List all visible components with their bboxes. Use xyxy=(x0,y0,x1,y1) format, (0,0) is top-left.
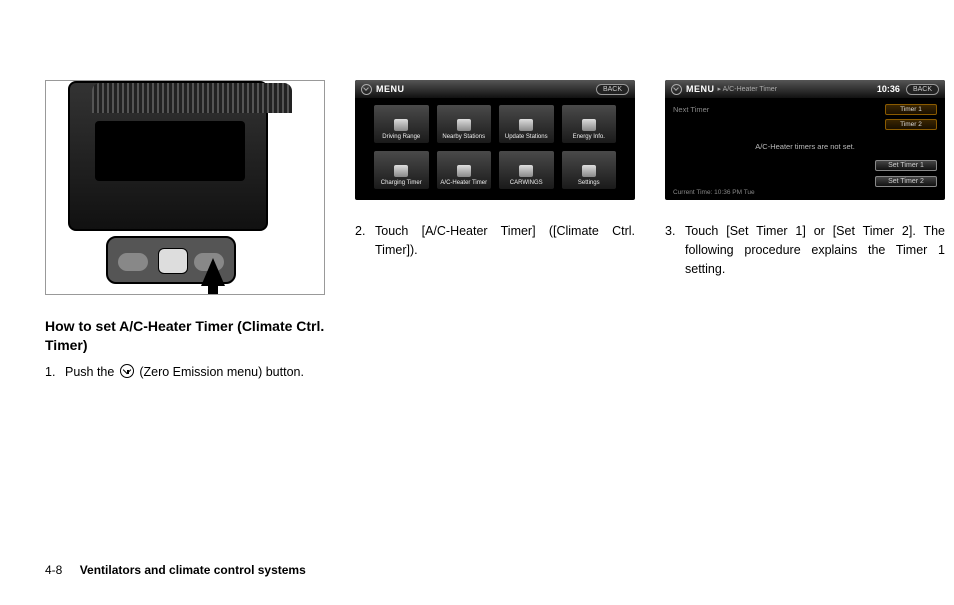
figure-timer-screen: MENU ▸ A/C-Heater Timer 10:36 BACK Next … xyxy=(665,80,945,200)
breadcrumb: ▸ A/C-Heater Timer xyxy=(718,85,778,93)
step-3: 3. Touch [Set Timer 1] or [Set Timer 2].… xyxy=(665,222,945,278)
zero-emission-icon xyxy=(120,364,134,378)
menu-label: Driving Range xyxy=(382,134,420,141)
menu-titlebar: MENU BACK xyxy=(355,80,635,98)
timer-body: Next Timer Timer 1 Timer 2 A/C-Heater ti… xyxy=(665,98,945,200)
step-text: Touch [A/C-Heater Timer] ([Climate Ctrl.… xyxy=(375,222,635,260)
timer2-pill[interactable]: Timer 2 xyxy=(885,119,937,130)
zero-emission-glyph-icon xyxy=(361,84,372,95)
step-text: Touch [Set Timer 1] or [Set Timer 2]. Th… xyxy=(685,222,945,278)
set-timer-1-button[interactable]: Set Timer 1 xyxy=(875,160,937,171)
menu-label: Update Stations xyxy=(505,134,548,141)
menu-label: Nearby Stations xyxy=(442,134,485,141)
step-1: 1. Push the (Zero Emission menu) button. xyxy=(45,363,325,382)
section-heading: How to set A/C-Heater Timer (Climate Ctr… xyxy=(45,317,325,355)
clock: 10:36 xyxy=(877,84,900,94)
back-button[interactable]: BACK xyxy=(906,84,939,95)
page-footer: 4-8 Ventilators and climate control syst… xyxy=(45,563,306,577)
menu-title: MENU xyxy=(376,84,405,94)
menu-ac-heater-timer[interactable]: A/C-Heater Timer xyxy=(436,150,493,190)
step-text: Push the (Zero Emission menu) button. xyxy=(65,363,325,382)
current-time: Current Time: 10:36 PM Tue xyxy=(673,189,755,196)
menu-icon xyxy=(457,165,471,177)
menu-icon xyxy=(582,119,596,131)
section-title: Ventilators and climate control systems xyxy=(80,563,306,577)
column-3: MENU ▸ A/C-Heater Timer 10:36 BACK Next … xyxy=(665,80,945,382)
step-2: 2. Touch [A/C-Heater Timer] ([Climate Ct… xyxy=(355,222,635,260)
menu-icon xyxy=(519,119,533,131)
column-1: How to set A/C-Heater Timer (Climate Ctr… xyxy=(45,80,325,382)
timer-titlebar: MENU ▸ A/C-Heater Timer 10:36 BACK xyxy=(665,80,945,98)
menu-label: A/C-Heater Timer xyxy=(440,180,487,187)
next-timer-label: Next Timer xyxy=(673,105,709,114)
menu-label: CARWINGS xyxy=(510,180,543,187)
set-timer-2-button[interactable]: Set Timer 2 xyxy=(875,176,937,187)
menu-nearby-stations[interactable]: Nearby Stations xyxy=(436,104,493,144)
step-number: 1. xyxy=(45,363,65,382)
step-number: 3. xyxy=(665,222,685,278)
pointer-arrow-icon xyxy=(201,258,225,286)
figure-dashboard-button xyxy=(45,80,325,295)
dashboard-screen xyxy=(95,121,245,181)
zero-emission-button xyxy=(158,248,188,274)
column-2: MENU BACK Driving Range Nearby Stations … xyxy=(355,80,635,382)
menu-grid: Driving Range Nearby Stations Update Sta… xyxy=(373,104,617,190)
menu-icon xyxy=(394,119,408,131)
air-vents xyxy=(92,83,292,113)
menu-label: Energy Info. xyxy=(573,134,605,141)
timer-title: MENU xyxy=(686,84,715,94)
timer1-pill[interactable]: Timer 1 xyxy=(885,104,937,115)
menu-driving-range[interactable]: Driving Range xyxy=(373,104,430,144)
next-timer-row: Next Timer Timer 1 xyxy=(673,102,937,117)
menu-icon xyxy=(394,165,408,177)
manual-page: How to set A/C-Heater Timer (Climate Ctr… xyxy=(0,0,954,605)
timer2-row: Timer 2 xyxy=(673,117,937,132)
figure-menu-screen: MENU BACK Driving Range Nearby Stations … xyxy=(355,80,635,200)
step1-pre: Push the xyxy=(65,365,118,379)
menu-label: Charging Timer xyxy=(381,180,422,187)
menu-label: Settings xyxy=(578,180,600,187)
menu-icon xyxy=(457,119,471,131)
menu-update-stations[interactable]: Update Stations xyxy=(498,104,555,144)
columns: How to set A/C-Heater Timer (Climate Ctr… xyxy=(45,80,909,382)
menu-settings[interactable]: Settings xyxy=(561,150,618,190)
zero-emission-glyph-icon xyxy=(671,84,682,95)
set-timer-1-row: Set Timer 1 xyxy=(673,159,937,175)
step1-post: (Zero Emission menu) button. xyxy=(139,365,304,379)
timer-message: A/C-Heater timers are not set. xyxy=(673,142,937,151)
step-number: 2. xyxy=(355,222,375,260)
page-number: 4-8 xyxy=(45,563,62,577)
menu-icon xyxy=(519,165,533,177)
menu-icon xyxy=(582,165,596,177)
back-button[interactable]: BACK xyxy=(596,84,629,95)
dashboard-panel xyxy=(68,81,268,231)
menu-energy-info[interactable]: Energy Info. xyxy=(561,104,618,144)
menu-carwings[interactable]: CARWINGS xyxy=(498,150,555,190)
dash-button-left xyxy=(118,253,148,271)
menu-charging-timer[interactable]: Charging Timer xyxy=(373,150,430,190)
